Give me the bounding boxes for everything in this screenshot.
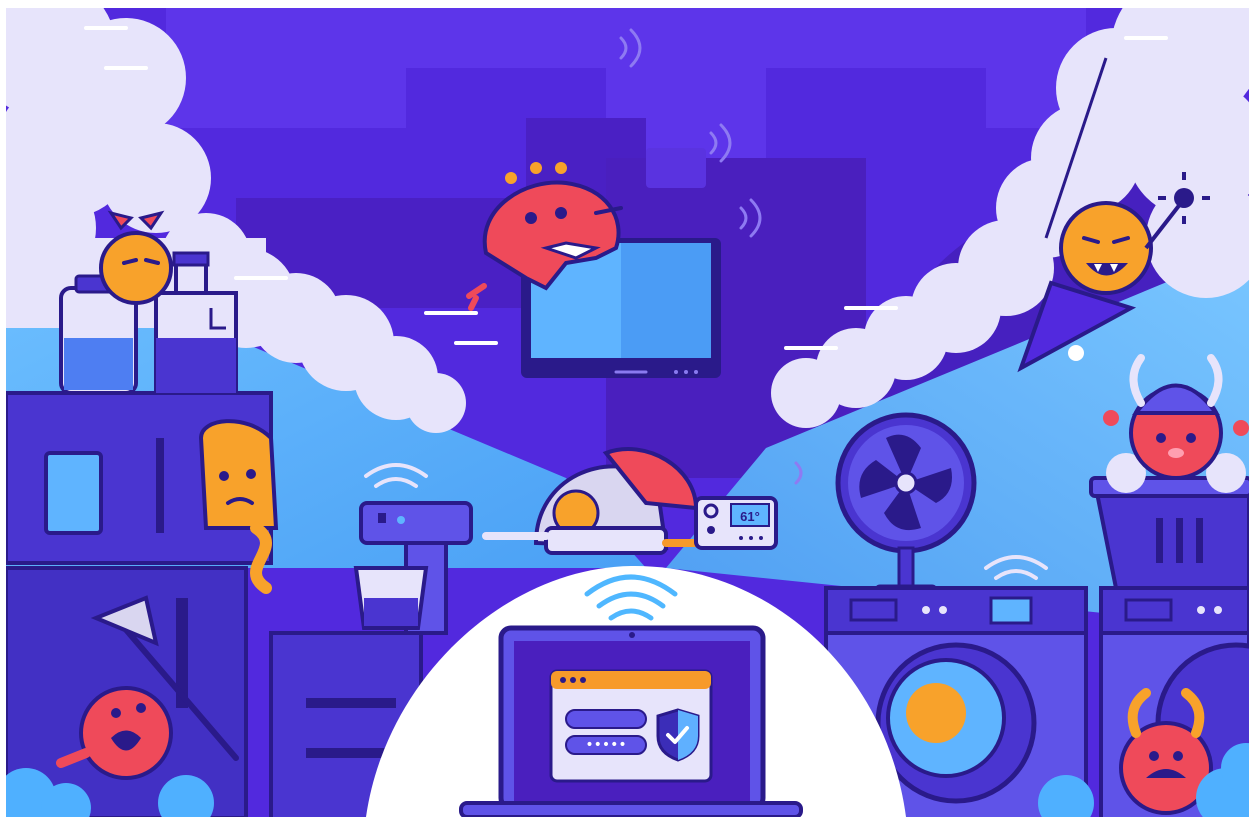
smart-home-security-illustration: 61° ••••• bbox=[6, 8, 1249, 817]
thermostat-reading: 61° bbox=[740, 509, 760, 524]
microwave-window bbox=[44, 451, 103, 535]
username-field bbox=[565, 709, 647, 729]
bg-small-window bbox=[646, 148, 706, 188]
shield-check-icon bbox=[656, 708, 700, 762]
laptop: ••••• bbox=[459, 625, 803, 817]
password-mask: ••••• bbox=[585, 737, 626, 753]
thermostat: 61° bbox=[694, 496, 778, 550]
